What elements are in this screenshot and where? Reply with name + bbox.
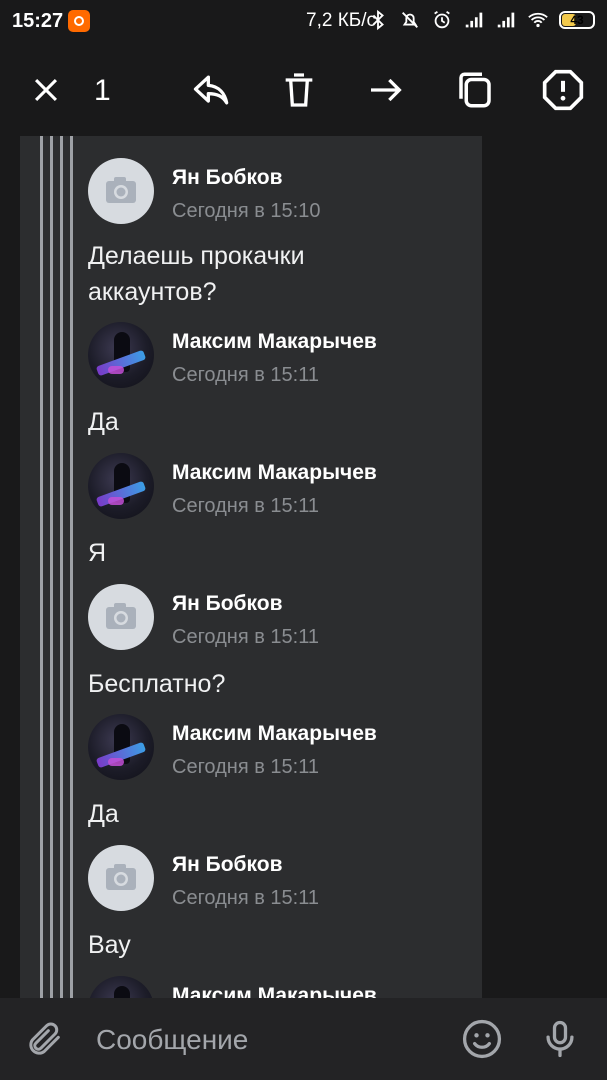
message-text: Бесплатно?	[88, 670, 226, 698]
voice-message-button[interactable]	[537, 1016, 583, 1062]
camera-icon	[106, 177, 136, 203]
avatar[interactable]	[88, 976, 154, 998]
avatar[interactable]	[88, 453, 154, 519]
reply-button[interactable]	[188, 66, 236, 114]
message-text: Делаешь прокачки аккаунтов?	[88, 242, 305, 306]
message-time: Сегодня в 15:11	[172, 887, 319, 909]
message-text: Да	[88, 800, 119, 828]
message-time: Сегодня в 15:10	[172, 200, 321, 222]
network-speed: 7,2 КБ/с	[306, 10, 377, 31]
thread-line	[70, 136, 73, 998]
message-author[interactable]: Ян Бобков	[172, 592, 282, 616]
avatar[interactable]	[88, 584, 154, 650]
delete-icon	[285, 73, 313, 107]
message-author[interactable]: Максим Макарычев	[172, 984, 377, 998]
signal-icon	[465, 12, 483, 28]
message-author[interactable]: Ян Бобков	[172, 166, 282, 190]
recording-icon	[68, 10, 90, 32]
message-text: Да	[88, 408, 119, 436]
forwarded-messages-panel[interactable]: Ян Бобков Сегодня в 15:10 Делаешь прокач…	[20, 136, 482, 998]
copy-button[interactable]	[451, 66, 499, 114]
message-time: Сегодня в 15:11	[172, 756, 319, 778]
message-text: Я	[88, 539, 107, 567]
avatar[interactable]	[88, 845, 154, 911]
selected-count: 1	[94, 74, 111, 107]
report-icon	[542, 69, 584, 111]
avatar[interactable]	[88, 714, 154, 780]
message-input[interactable]: Сообщение	[96, 1024, 248, 1056]
status-bar: 15:27 7,2 КБ/с 43	[0, 0, 607, 44]
camera-icon	[106, 864, 136, 890]
signal-icon	[497, 12, 515, 28]
mute-icon	[402, 12, 418, 28]
message-author[interactable]: Максим Макарычев	[172, 722, 377, 746]
thread-line	[50, 136, 53, 998]
message-author[interactable]: Максим Макарычев	[172, 461, 377, 485]
smiley-icon	[462, 1019, 502, 1059]
message-composer: Сообщение	[0, 998, 607, 1080]
wifi-icon	[528, 12, 548, 28]
selection-toolbar: 1	[0, 44, 607, 136]
delete-button[interactable]	[275, 66, 323, 114]
battery-level: 43	[570, 13, 584, 27]
forward-button[interactable]	[362, 66, 410, 114]
thread-line	[60, 136, 63, 998]
thread-line	[40, 136, 43, 998]
status-time: 15:27	[12, 10, 64, 32]
alarm-icon	[434, 10, 450, 29]
emoji-button[interactable]	[459, 1016, 505, 1062]
copy-icon	[459, 72, 491, 108]
message-time: Сегодня в 15:11	[172, 626, 319, 648]
bluetooth-icon	[372, 9, 384, 31]
camera-icon	[106, 603, 136, 629]
forward-icon	[371, 78, 402, 102]
avatar[interactable]	[88, 158, 154, 224]
close-selection-button[interactable]	[22, 66, 70, 114]
report-button[interactable]	[539, 66, 587, 114]
message-text: Вау	[88, 931, 131, 959]
battery-icon: 43	[559, 11, 595, 29]
reply-icon	[193, 75, 229, 105]
message-author[interactable]: Максим Макарычев	[172, 330, 377, 354]
message-time: Сегодня в 15:11	[172, 364, 319, 386]
close-icon	[34, 78, 58, 102]
message-time: Сегодня в 15:11	[172, 495, 319, 517]
attach-button[interactable]	[22, 1016, 68, 1062]
status-icons: 43	[367, 8, 595, 32]
paperclip-icon	[29, 1022, 60, 1055]
microphone-icon	[546, 1020, 574, 1058]
message-author[interactable]: Ян Бобков	[172, 853, 282, 877]
avatar[interactable]	[88, 322, 154, 388]
